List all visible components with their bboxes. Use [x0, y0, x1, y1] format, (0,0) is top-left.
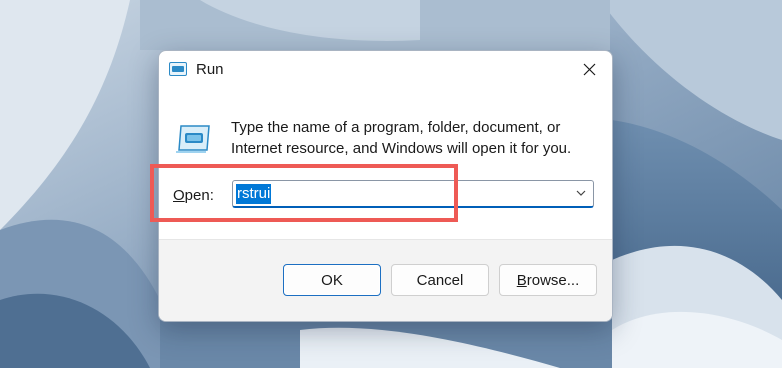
open-combobox[interactable]: rstrui [232, 180, 594, 208]
browse-label: rowse... [526, 271, 580, 289]
open-label: Open: [173, 187, 214, 204]
close-button[interactable] [566, 51, 612, 88]
chevron-down-icon[interactable] [576, 190, 586, 197]
title-bar: Run [159, 51, 612, 88]
cancel-button[interactable]: Cancel [391, 264, 489, 296]
close-icon [583, 63, 595, 76]
run-large-icon [176, 125, 210, 153]
open-label-accesskey: O [173, 187, 185, 204]
browse-button[interactable]: Browse... [499, 264, 597, 296]
open-input-selected-text: rstrui [236, 184, 272, 204]
open-label-text: pen: [184, 187, 214, 204]
button-bar: OK Cancel Browse... [159, 239, 612, 321]
ok-button[interactable]: OK [283, 264, 381, 296]
run-dialog: Run Type the name of a program, folder, … [158, 50, 613, 322]
browse-accesskey: B [516, 271, 527, 289]
dialog-description: Type the name of a program, folder, docu… [231, 119, 572, 157]
run-icon [169, 62, 187, 76]
window-title: Run [196, 61, 224, 78]
